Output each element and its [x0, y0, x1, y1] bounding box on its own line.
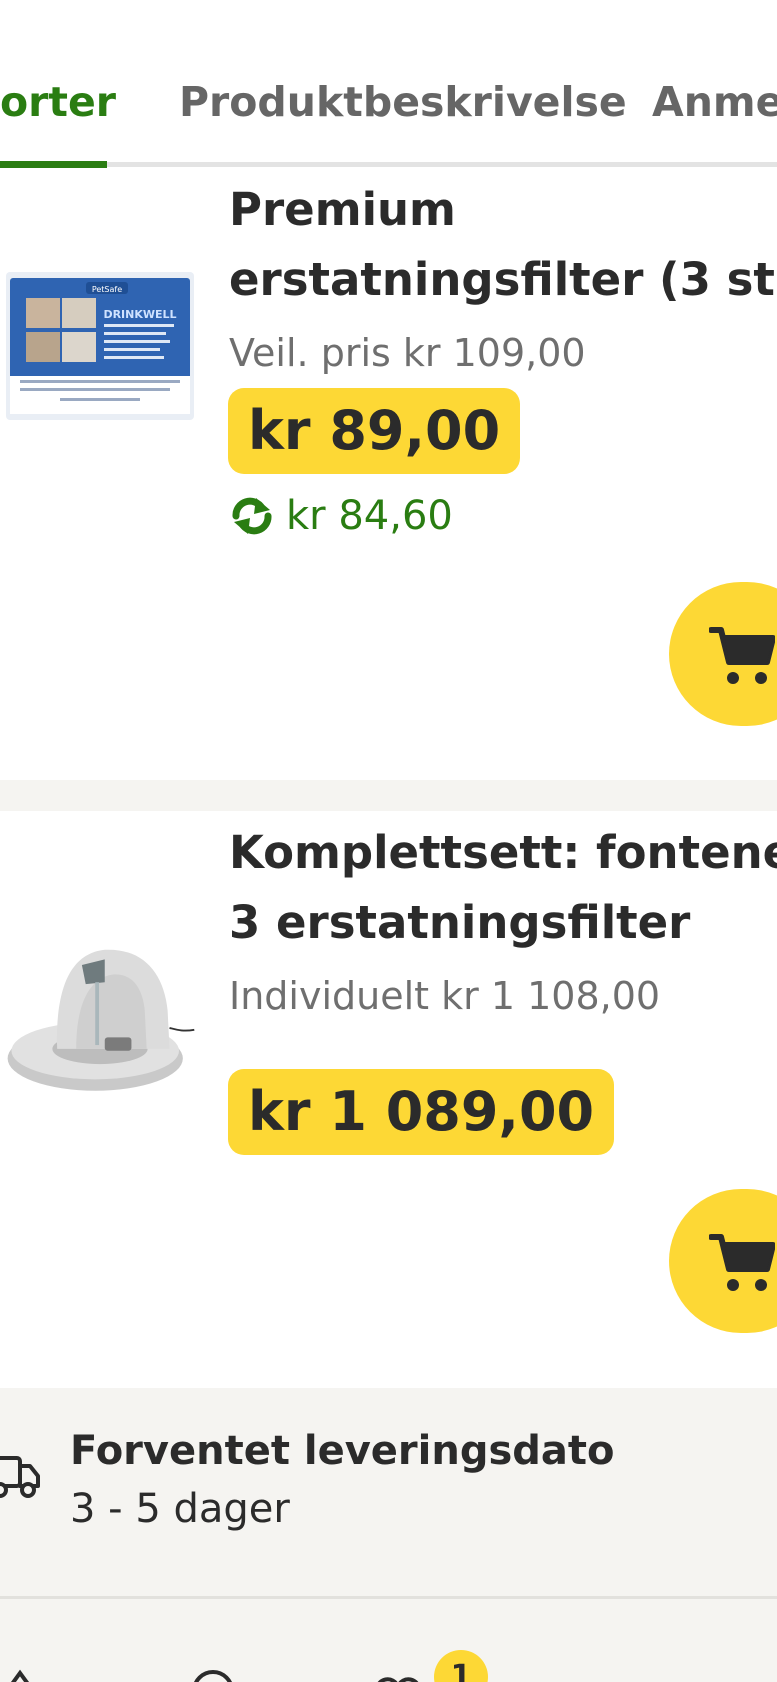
cart-count-badge[interactable]: 1 — [434, 1650, 488, 1682]
cart-icon — [709, 627, 775, 684]
product-card-bundle[interactable]: Komplettsett: fontene & 3 erstatningsfil… — [0, 811, 777, 1388]
product-title-line-1[interactable]: Premium — [229, 175, 456, 245]
svg-text:PetSafe: PetSafe — [92, 285, 122, 294]
individual-price: Individuelt kr 1 108,00 — [229, 974, 661, 1018]
cart-icon — [709, 1234, 775, 1291]
subscription-price-value: kr 84,60 — [286, 493, 453, 539]
add-to-cart-button[interactable] — [669, 582, 777, 726]
product-tabs: orter Produktbeskrivelse Anme — [0, 0, 777, 168]
repeat-order-icon — [232, 497, 272, 535]
tab-active-indicator — [0, 161, 107, 168]
delivery-info: Forventet leveringsdato 3 - 5 dager — [0, 1388, 777, 1596]
price-badge: kr 89,00 — [228, 388, 521, 474]
home-icon[interactable] — [0, 1667, 40, 1682]
product-image-fountain[interactable] — [0, 911, 200, 1101]
tab-reviews[interactable]: Anme — [652, 78, 777, 126]
product-title-line-1[interactable]: Komplettsett: fontene & — [229, 818, 777, 888]
price-badge: kr 1 089,00 — [228, 1069, 615, 1155]
delivery-title: Forventet leveringsdato — [70, 1428, 615, 1474]
product-title-line-2[interactable]: 3 erstatningsfilter — [229, 888, 690, 958]
product-card-filter[interactable]: PetSafe DRINKWELL Premium erstatningsfil… — [0, 168, 777, 780]
bottom-navigation: 1 — [0, 1599, 777, 1682]
tab-product-description[interactable]: Produktbeskrivelse — [179, 78, 627, 126]
heart-icon[interactable] — [372, 1667, 424, 1682]
section-divider — [0, 780, 777, 811]
reference-price: Veil. pris kr 109,00 — [229, 331, 586, 375]
product-title-line-2[interactable]: erstatningsfilter (3 stk) — [229, 245, 777, 315]
add-to-cart-button[interactable] — [669, 1189, 777, 1333]
search-icon[interactable] — [190, 1667, 236, 1682]
product-image-filter[interactable]: PetSafe DRINKWELL — [0, 268, 200, 423]
truck-icon — [0, 1456, 40, 1498]
tab-underline-track — [0, 162, 777, 167]
svg-text:DRINKWELL: DRINKWELL — [103, 308, 176, 321]
delivery-time: 3 - 5 dager — [70, 1486, 290, 1532]
tab-reviews-others[interactable]: orter — [0, 78, 116, 126]
subscription-price: kr 84,60 — [230, 493, 453, 539]
account-icon[interactable] — [552, 1667, 582, 1682]
